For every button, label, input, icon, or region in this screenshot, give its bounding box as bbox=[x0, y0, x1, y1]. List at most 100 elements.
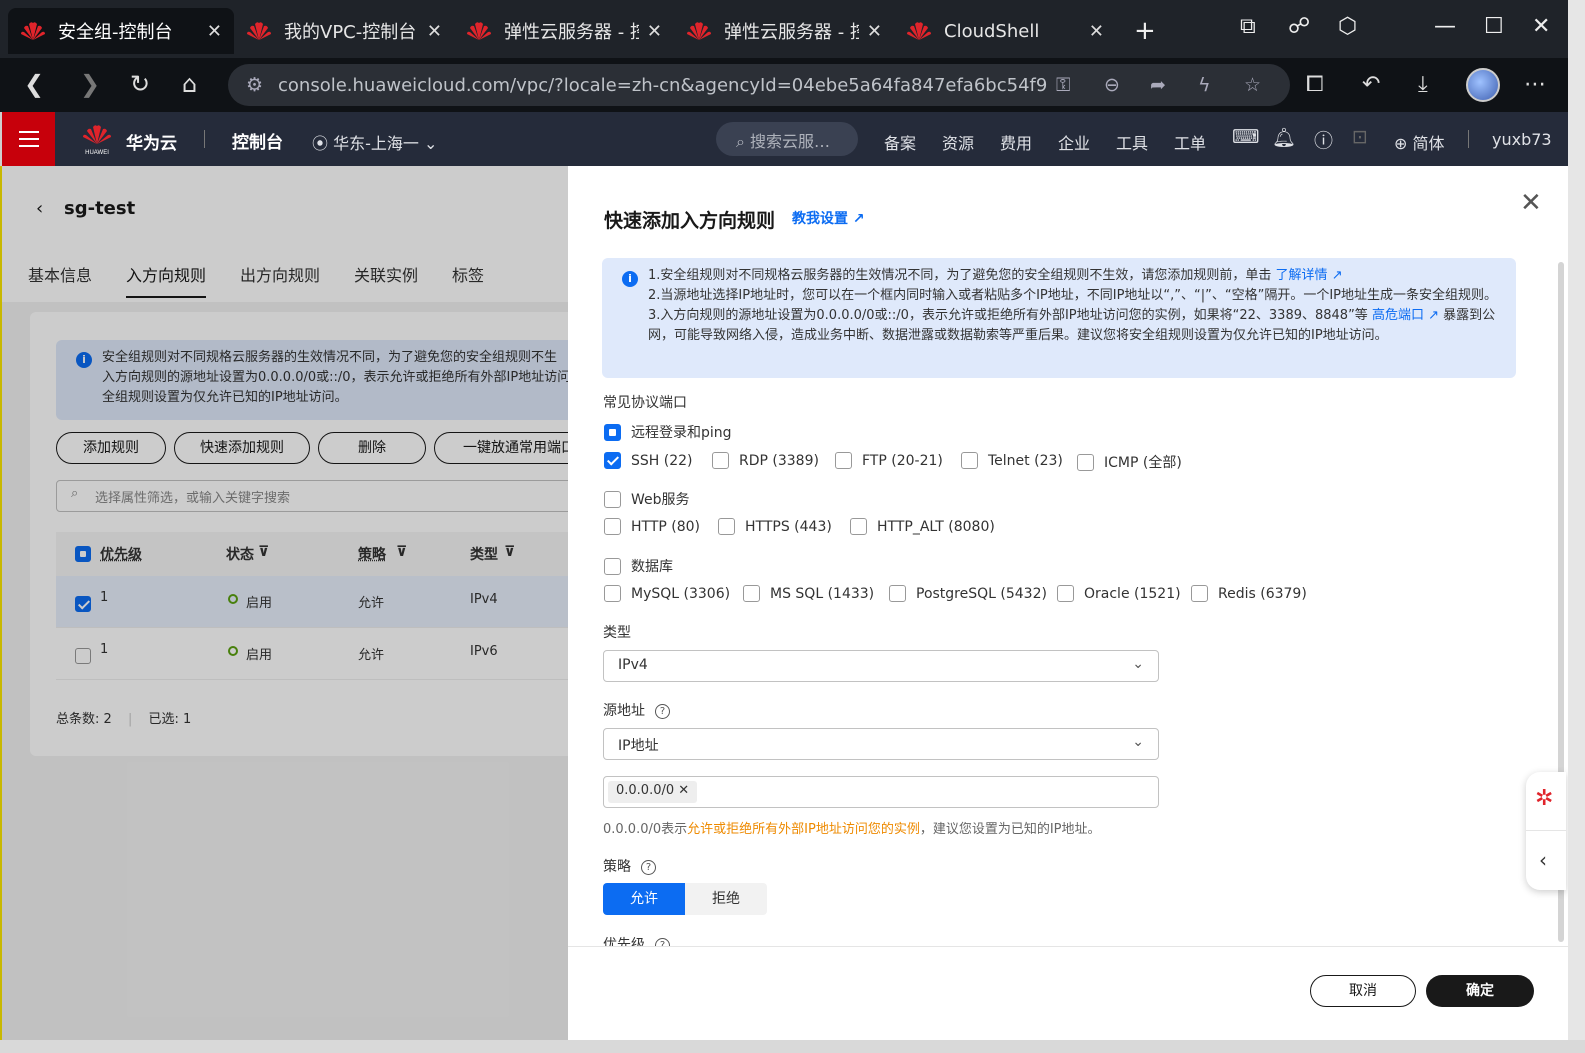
teach-me-link[interactable]: 教我设置 ↗ bbox=[792, 208, 865, 228]
option-mysql[interactable]: MySQL (3306) bbox=[604, 585, 730, 602]
chevron-down-icon: ⌄ bbox=[1132, 734, 1144, 750]
huawei-logo-icon bbox=[686, 20, 712, 42]
checkbox bbox=[1057, 585, 1074, 602]
browser-tab-ecs-1[interactable]: 弹性云服务器 - 控 ✕ bbox=[454, 8, 674, 54]
back-icon[interactable]: ❮ bbox=[24, 70, 44, 98]
option-rdp[interactable]: RDP (3389) bbox=[712, 452, 819, 469]
close-tab-icon[interactable]: ✕ bbox=[207, 21, 222, 42]
close-tab-icon[interactable]: ✕ bbox=[1089, 21, 1104, 42]
hint-warning: 允许或拒绝所有外部IP地址访问您的实例 bbox=[687, 822, 920, 837]
option-http-alt[interactable]: HTTP_ALT (8080) bbox=[850, 518, 995, 535]
extensions-icon[interactable]: ⬡ bbox=[1338, 14, 1357, 39]
group-db-label: 数据库 bbox=[631, 559, 673, 575]
history-icon[interactable]: ↶ bbox=[1362, 72, 1380, 97]
workspaces-icon[interactable]: ⧉ bbox=[1240, 14, 1256, 39]
header-search[interactable]: ⌕ 搜索云服… bbox=[716, 122, 858, 156]
url-field[interactable]: ⚙ console.huaweicloud.com/vpc/?locale=zh… bbox=[228, 64, 1290, 106]
help-icon[interactable]: ⓘ bbox=[1314, 126, 1333, 153]
feedback-icon[interactable]: ⊡ bbox=[1352, 126, 1368, 148]
option-label: HTTP (80) bbox=[631, 518, 701, 535]
notice-line-3a: 3.入方向规则的源地址设置为0.0.0.0/0或::/0，表示允许或拒绝所有外部… bbox=[648, 308, 1368, 323]
checkbox bbox=[743, 585, 760, 602]
source-address-label: 源地址? bbox=[603, 700, 670, 720]
browser-tab-security-group[interactable]: 安全组-控制台 ✕ bbox=[8, 8, 234, 54]
source-ip-input[interactable]: 0.0.0.0/0 ✕ bbox=[603, 776, 1159, 808]
option-oracle[interactable]: Oracle (1521) bbox=[1057, 585, 1181, 602]
option-icmp[interactable]: ICMP (全部) bbox=[1077, 452, 1182, 472]
option-http[interactable]: HTTP (80) bbox=[604, 518, 700, 535]
assistant-logo-icon[interactable]: ✲ bbox=[1535, 786, 1553, 811]
browser-tab-my-vpc[interactable]: 我的VPC-控制台 ✕ bbox=[234, 8, 454, 54]
help-icon[interactable]: ? bbox=[641, 860, 656, 875]
forward-icon[interactable]: ❯ bbox=[80, 70, 100, 98]
modal-overlay[interactable] bbox=[2, 166, 568, 1040]
dialog-title: 快速添加入方向规则 bbox=[604, 210, 776, 232]
browser-tab-ecs-2[interactable]: 弹性云服务器 - 控 ✕ bbox=[674, 8, 894, 54]
group-web-checkbox[interactable]: Web服务 bbox=[604, 489, 690, 509]
tab-title: 弹性云服务器 - 控 bbox=[724, 22, 859, 43]
nav-enterprise[interactable]: 企业 bbox=[1058, 130, 1090, 154]
nav-billing[interactable]: 费用 bbox=[1000, 130, 1032, 154]
bell-icon[interactable]: 🔔︎ bbox=[1272, 126, 1296, 149]
close-tab-icon[interactable]: ✕ bbox=[647, 21, 662, 42]
download-icon[interactable]: ⤓ bbox=[1418, 72, 1428, 97]
nav-resources[interactable]: 资源 bbox=[942, 130, 974, 154]
collapse-chevron-icon[interactable]: ‹ bbox=[1539, 848, 1547, 872]
group-db-checkbox[interactable]: 数据库 bbox=[604, 556, 673, 576]
source-hint: 0.0.0.0/0表示允许或拒绝所有外部IP地址访问您的实例，建议您设置为已知的… bbox=[603, 818, 1101, 837]
language-selector[interactable]: ⊕ 简体 bbox=[1394, 130, 1445, 154]
policy-allow-button[interactable]: 允许 bbox=[603, 883, 685, 915]
learn-more-link[interactable]: 了解详情 ↗ bbox=[1276, 268, 1343, 283]
user-menu[interactable]: yuxb73 bbox=[1492, 130, 1552, 149]
option-https[interactable]: HTTPS (443) bbox=[718, 518, 832, 535]
key-icon[interactable]: ⚿ bbox=[1056, 74, 1070, 96]
maximize-icon[interactable]: ☐ bbox=[1484, 14, 1504, 39]
option-label: ICMP (全部) bbox=[1104, 455, 1182, 471]
close-window-icon[interactable]: ✕ bbox=[1532, 14, 1550, 39]
option-postgresql[interactable]: PostgreSQL (5432) bbox=[889, 585, 1047, 602]
nav-beian[interactable]: 备案 bbox=[884, 130, 916, 154]
favorite-star-icon[interactable]: ☆ bbox=[1244, 74, 1261, 96]
copilot-icon[interactable]: ☍ bbox=[1288, 14, 1310, 39]
close-tab-icon[interactable]: ✕ bbox=[427, 21, 442, 42]
menu-icon[interactable] bbox=[2, 112, 55, 166]
browser-tab-cloudshell[interactable]: CloudShell ✕ bbox=[894, 8, 1116, 54]
site-info-icon[interactable]: ⚙ bbox=[246, 74, 263, 96]
nav-tickets[interactable]: 工单 bbox=[1174, 130, 1206, 154]
policy-deny-button[interactable]: 拒绝 bbox=[685, 883, 767, 915]
group-remote-checkbox[interactable]: 远程登录和ping bbox=[604, 422, 732, 442]
region-selector[interactable]: ⦿ 华东-上海一 ⌄ bbox=[312, 130, 437, 154]
checkbox bbox=[604, 557, 621, 575]
remove-tag-icon[interactable]: ✕ bbox=[678, 783, 689, 798]
cloudshell-icon[interactable]: ⌨ bbox=[1232, 126, 1259, 148]
tab-title: 我的VPC-控制台 bbox=[284, 22, 417, 43]
extension-puzzle-icon[interactable]: ⧠ bbox=[1306, 72, 1324, 97]
flash-icon[interactable]: ϟ bbox=[1198, 74, 1211, 96]
more-icon[interactable]: ⋯ bbox=[1524, 72, 1546, 97]
close-icon[interactable]: ✕ bbox=[1520, 188, 1542, 218]
confirm-button[interactable]: 确定 bbox=[1426, 975, 1534, 1007]
cancel-button[interactable]: 取消 bbox=[1310, 975, 1416, 1007]
option-ssh[interactable]: SSH (22) bbox=[604, 452, 693, 469]
option-mssql[interactable]: MS SQL (1433) bbox=[743, 585, 874, 602]
help-icon[interactable]: ? bbox=[655, 704, 670, 719]
nav-tools[interactable]: 工具 bbox=[1116, 130, 1148, 154]
zoom-out-icon[interactable]: ⊖ bbox=[1104, 74, 1120, 96]
console-link[interactable]: 控制台 bbox=[232, 128, 283, 153]
checkbox bbox=[835, 452, 852, 469]
option-ftp[interactable]: FTP (20-21) bbox=[835, 452, 943, 469]
minimize-icon[interactable]: — bbox=[1434, 14, 1456, 39]
source-type-select[interactable]: IP地址 ⌄ bbox=[603, 728, 1159, 760]
option-telnet[interactable]: Telnet (23) bbox=[961, 452, 1063, 469]
option-redis[interactable]: Redis (6379) bbox=[1191, 585, 1307, 602]
home-icon[interactable]: ⌂ bbox=[182, 70, 197, 98]
close-tab-icon[interactable]: ✕ bbox=[867, 21, 882, 42]
refresh-icon[interactable]: ↻ bbox=[130, 70, 150, 98]
option-label: Redis (6379) bbox=[1218, 585, 1307, 602]
type-select[interactable]: IPv4 ⌄ bbox=[603, 650, 1159, 682]
share-icon[interactable]: ➦ bbox=[1150, 74, 1166, 96]
high-risk-ports-link[interactable]: 高危端口 ↗ bbox=[1372, 308, 1439, 323]
new-tab-icon[interactable]: + bbox=[1134, 16, 1156, 46]
profile-avatar[interactable] bbox=[1466, 68, 1500, 102]
external-link-icon: ↗ bbox=[852, 211, 865, 227]
